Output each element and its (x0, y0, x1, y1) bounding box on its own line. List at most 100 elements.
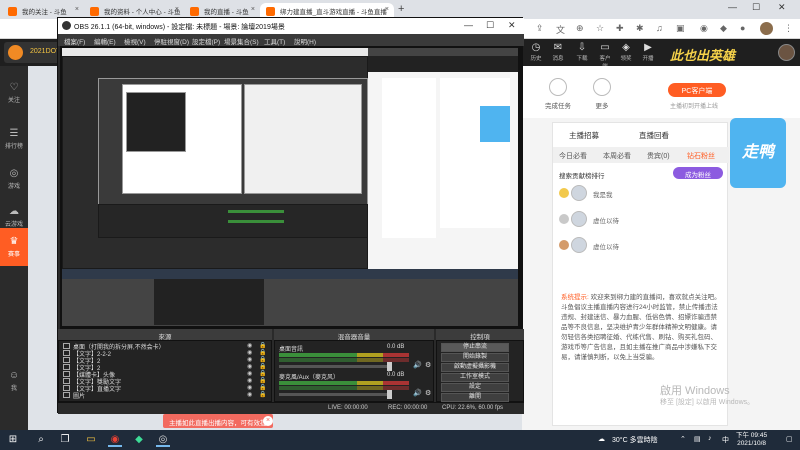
extension-icon[interactable]: ✚ (616, 23, 624, 34)
chrome-icon[interactable]: ◉ (108, 433, 122, 447)
maximize-button[interactable]: ☐ (752, 2, 760, 13)
visibility-icon[interactable]: ◉ (247, 384, 252, 391)
maximize-button[interactable]: ☐ (486, 20, 494, 31)
visibility-icon[interactable]: ◉ (247, 377, 252, 384)
tab-today[interactable]: 今日必看 (559, 151, 587, 161)
nav-cloud-games[interactable]: ☁ 云游戏 (0, 204, 28, 228)
obs-taskbar-icon[interactable]: ◎ (156, 433, 170, 447)
search-icon[interactable]: ⌕ (34, 433, 48, 447)
become-fan-button[interactable]: 成为粉丝 (673, 167, 723, 179)
close-tab-icon[interactable]: × (385, 6, 389, 13)
close-button[interactable]: ✕ (778, 2, 786, 13)
weather-icon[interactable]: ☁ (598, 435, 605, 443)
lock-icon[interactable]: 🔒 (259, 377, 266, 384)
extension-icon[interactable]: ◉ (700, 23, 708, 34)
menu-docks[interactable]: 停駐視窗(D) (154, 36, 189, 46)
speaker-icon[interactable]: 🔊 (413, 361, 422, 369)
extension-icon[interactable]: ▣ (676, 23, 685, 34)
menu-scene-collection[interactable]: 場景集合(S) (224, 36, 259, 46)
virtual-camera-button[interactable]: 啟動虛擬攝影機 (441, 363, 509, 372)
studio-mode-button[interactable]: 工作室模式 (441, 373, 509, 382)
user-avatar[interactable] (778, 44, 795, 61)
weather-text[interactable]: 30°C 多雲時陰 (612, 435, 658, 445)
history-icon[interactable]: ◷ 历史 (528, 42, 544, 62)
extension-icon[interactable]: ● (740, 23, 745, 33)
tray-expand-icon[interactable]: ⌃ (680, 435, 686, 443)
nav-ranking[interactable]: ☰ 排行榜 (0, 126, 28, 150)
share-icon[interactable]: ⇪ (536, 23, 544, 34)
close-tab-icon[interactable]: × (75, 6, 79, 13)
more-button[interactable]: 更多 (582, 78, 622, 110)
new-tab-button[interactable]: + (398, 3, 404, 15)
menu-profile[interactable]: 設定檔(P) (192, 36, 220, 46)
header-banner[interactable]: 此也出英雄 (670, 40, 764, 66)
menu-tools[interactable]: 工具(T) (264, 36, 285, 46)
volume-slider[interactable] (279, 362, 392, 371)
notification-center-icon[interactable]: ▢ (786, 435, 793, 443)
exit-button[interactable]: 離開 (441, 393, 509, 402)
gear-icon[interactable]: ⚙ (425, 361, 431, 369)
download-icon[interactable]: ⇩ 下载 (574, 42, 590, 62)
tab-week[interactable]: 本周必看 (603, 151, 631, 161)
close-tab-icon[interactable]: × (251, 6, 255, 13)
media-icon[interactable]: ♫ (656, 23, 663, 33)
gear-icon[interactable]: ⚙ (425, 389, 431, 397)
pc-client-button[interactable]: PC客户端 (668, 83, 726, 97)
close-tab-icon[interactable]: × (175, 6, 179, 13)
mail-icon[interactable]: ✉ 消息 (550, 42, 566, 62)
minimize-button[interactable]: — (728, 2, 737, 12)
nav-me[interactable]: ☺ 我 (0, 368, 28, 392)
lock-icon[interactable]: 🔒 (259, 370, 266, 377)
puzzle-icon[interactable]: ✱ (636, 23, 644, 34)
visibility-icon[interactable]: ◉ (247, 356, 252, 363)
nav-follow[interactable]: ♡ 关注 (0, 80, 28, 104)
ime-icon[interactable]: 中 (722, 435, 729, 445)
file-explorer-icon[interactable]: ▭ (84, 433, 98, 447)
menu-file[interactable]: 檔案(F) (64, 36, 85, 46)
menu-kebab-icon[interactable]: ⋮ (784, 23, 793, 34)
source-item[interactable]: 圖片 ◉ 🔒 (61, 391, 266, 400)
volume-slider[interactable] (279, 390, 392, 399)
menu-view[interactable]: 檢視(V) (124, 36, 146, 46)
close-button[interactable]: ✕ (508, 20, 516, 31)
visibility-icon[interactable]: ◉ (247, 370, 252, 377)
lock-icon[interactable]: 🔒 (259, 356, 266, 363)
translate-icon[interactable]: 文 (556, 23, 565, 36)
stop-streaming-button[interactable]: 停止串流 (441, 343, 509, 352)
live-icon[interactable]: ▶ 开播 (640, 42, 656, 62)
task-button[interactable]: 完成任务 (538, 78, 578, 110)
rank-row[interactable]: 虚位以待 (559, 211, 719, 231)
tab-replay[interactable]: 直播回看 (639, 130, 669, 141)
menu-edit[interactable]: 編輯(E) (94, 36, 116, 46)
clock[interactable]: 下午 09:45 2021/10/8 (736, 432, 767, 448)
rank-row[interactable]: 虚位以待 (559, 237, 719, 257)
windows-start-icon[interactable]: ⊞ (6, 433, 20, 447)
lock-icon[interactable]: 🔒 (259, 349, 266, 356)
settings-button[interactable]: 設定 (441, 383, 509, 392)
speaker-icon[interactable]: 🔊 (413, 389, 422, 397)
close-notification-icon[interactable]: × (263, 416, 273, 426)
extension-icon[interactable]: ◆ (720, 23, 727, 34)
visibility-icon[interactable]: ◉ (247, 363, 252, 370)
lock-icon[interactable]: 🔒 (259, 342, 266, 349)
volume-icon[interactable]: ♪ (708, 435, 712, 442)
visibility-icon[interactable]: ◉ (247, 349, 252, 356)
lock-icon[interactable]: 🔒 (259, 363, 266, 370)
lock-icon[interactable]: 🔒 (259, 384, 266, 391)
obs-preview[interactable] (60, 46, 522, 329)
task-view-icon[interactable]: ❐ (58, 433, 72, 447)
minimize-button[interactable]: — (464, 20, 473, 30)
nav-games[interactable]: ◎ 游戏 (0, 166, 28, 190)
start-recording-button[interactable]: 開始錄製 (441, 353, 509, 362)
visibility-icon[interactable]: ◉ (247, 391, 252, 398)
gift-icon[interactable]: ◈ 领奖 (618, 42, 634, 62)
notification-bar[interactable]: 主播如此直播出播内容，可有效提升 (163, 414, 273, 437)
site-logo[interactable]: 2021DOTA (4, 42, 65, 63)
tab-diamond-fans[interactable]: 钻石粉丝 (687, 151, 715, 161)
rank-row[interactable]: 我是我 (559, 185, 719, 205)
zoom-icon[interactable]: ⊕ (576, 23, 584, 34)
tab-recruit[interactable]: 主播招募 (569, 130, 599, 141)
menu-help[interactable]: 說明(H) (294, 36, 316, 46)
tab-vip[interactable]: 贵宾(0) (647, 151, 670, 161)
profile-avatar[interactable] (760, 22, 773, 35)
